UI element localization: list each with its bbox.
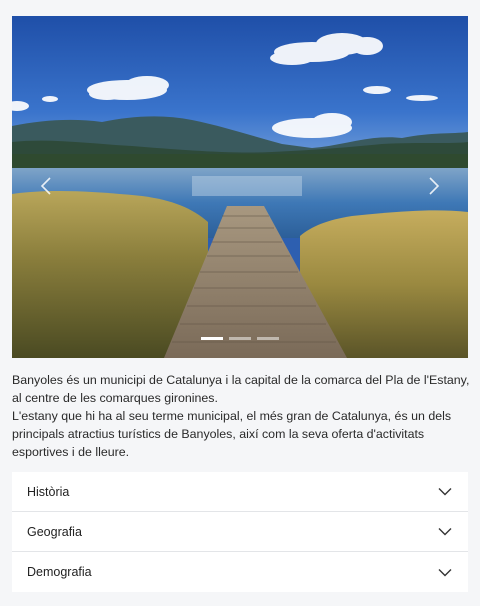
description-paragraph: Banyoles és un municipi de Catalunya i l… <box>12 373 470 405</box>
accordion-item-geografia[interactable]: Geografia <box>12 512 468 552</box>
chevron-down-icon <box>438 527 452 536</box>
chevron-down-icon <box>438 487 452 496</box>
carousel-indicator[interactable] <box>201 337 223 340</box>
image-carousel[interactable] <box>12 16 468 358</box>
chevron-left-icon <box>40 177 51 195</box>
carousel-indicators <box>12 337 468 340</box>
page: Banyoles és un municipi de Catalunya i l… <box>0 0 480 606</box>
accordion-item-demografia[interactable]: Demografia <box>12 552 468 592</box>
accordion-item-historia[interactable]: Història <box>12 472 468 512</box>
description-paragraph: L'estany que hi ha al seu terme municipa… <box>12 409 452 459</box>
lake-photo <box>12 16 468 358</box>
carousel-prev-button[interactable] <box>32 172 60 200</box>
carousel-indicator[interactable] <box>257 337 279 340</box>
accordion-item-label: Història <box>27 484 70 499</box>
carousel-next-button[interactable] <box>420 172 448 200</box>
carousel-indicator[interactable] <box>229 337 251 340</box>
accordion-item-label: Demografia <box>27 565 92 579</box>
accordion: Història Geografia Demografia <box>12 472 468 592</box>
chevron-down-icon <box>438 568 452 577</box>
accordion-item-label: Geografia <box>27 524 82 539</box>
description: Banyoles és un municipi de Catalunya i l… <box>12 371 470 461</box>
chevron-right-icon <box>429 177 440 195</box>
